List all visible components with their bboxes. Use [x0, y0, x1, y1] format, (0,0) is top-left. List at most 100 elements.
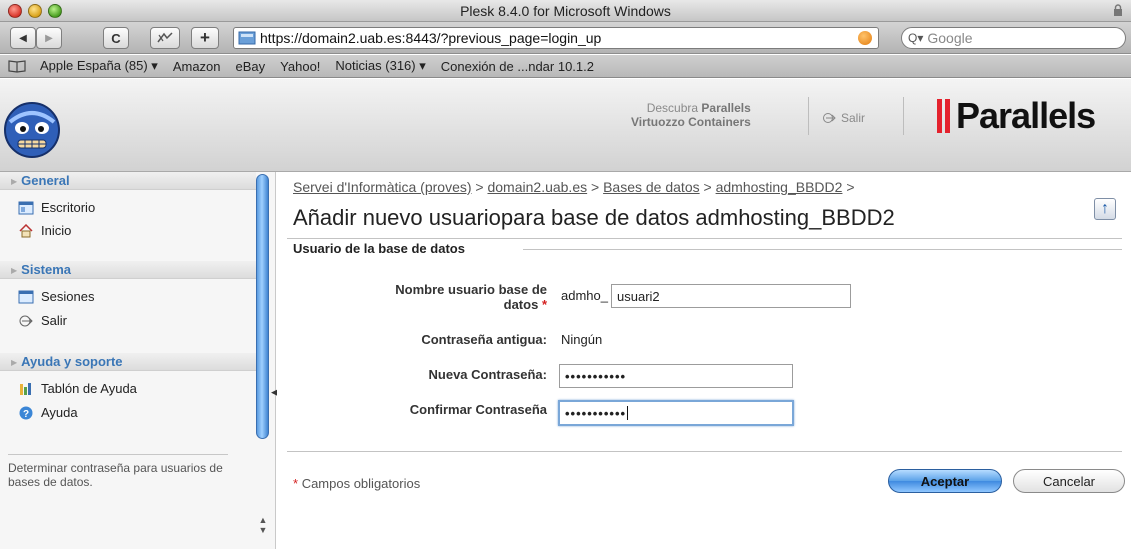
username-input[interactable]: usuari2	[611, 284, 851, 308]
svg-text:?: ?	[23, 409, 29, 420]
address-bar[interactable]: https://domain2.uab.es:8443/?previous_pa…	[233, 27, 879, 49]
back-button[interactable]: ◀	[10, 27, 36, 49]
plus-icon: +	[200, 28, 210, 47]
sidebar-section-sistema[interactable]: Sistema	[0, 261, 256, 279]
required-asterisk: *	[541, 297, 547, 312]
sidebar-item-label: Ayuda	[41, 405, 78, 420]
snapback-button[interactable]	[150, 27, 180, 49]
promo-line1-bold: Parallels	[701, 101, 751, 115]
up-level-button[interactable]: ↑	[1094, 198, 1116, 220]
bookmark-item[interactable]: Conexión de ...ndar 10.1.2	[441, 59, 594, 74]
confirm-password-input[interactable]: •••••••••••	[558, 400, 794, 426]
divider	[287, 238, 1122, 239]
rss-icon[interactable]	[858, 31, 872, 45]
divider	[523, 249, 1122, 250]
search-placeholder: Google	[927, 30, 973, 46]
page-title: Añadir nuevo usuariopara base de datos a…	[293, 205, 895, 230]
accept-button[interactable]: Aceptar	[888, 469, 1002, 493]
snapback-icon	[157, 32, 173, 43]
logout-icon	[823, 113, 836, 123]
help-icon: ?	[19, 406, 33, 420]
plesk-header: Descubra Parallels Virtuozzo Containers …	[0, 79, 1131, 172]
sidebar: General Escritorio Inicio Sistema Sesion…	[0, 172, 278, 549]
breadcrumb-link[interactable]: admhosting_BBDD2	[716, 179, 843, 195]
required-asterisk: *	[293, 476, 299, 491]
reload-button[interactable]: C	[103, 27, 129, 49]
cancel-button[interactable]: Cancelar	[1013, 469, 1125, 493]
breadcrumb-link[interactable]: Servei d'Informàtica (proves)	[293, 179, 472, 195]
required-fields-note: * Campos obligatorios	[293, 476, 420, 491]
confirm-password-label: Confirmar Contraseña	[409, 402, 547, 417]
sidebar-item-sesiones[interactable]: Sesiones	[18, 289, 94, 304]
breadcrumb-link[interactable]: domain2.uab.es	[487, 179, 587, 195]
desktop-icon	[18, 201, 34, 214]
header-divider	[903, 97, 904, 135]
breadcrumb-link[interactable]: Bases de datos	[603, 179, 700, 195]
sidebar-item-ayuda[interactable]: ? Ayuda	[18, 405, 78, 420]
breadcrumb-separator: >	[846, 179, 855, 195]
home-icon	[19, 223, 33, 237]
forward-icon: ▶	[45, 32, 53, 44]
lock-icon	[1114, 4, 1122, 16]
parallels-logo: Parallels	[937, 95, 1096, 137]
old-password-label: Contraseña antigua:	[421, 332, 547, 347]
bookmark-item[interactable]: Amazon	[173, 59, 221, 74]
sidebar-item-salir[interactable]: Salir	[18, 313, 67, 328]
scroll-down-icon[interactable]: ▼	[257, 525, 269, 535]
back-icon: ◀	[19, 32, 27, 44]
breadcrumb-separator: >	[703, 179, 712, 195]
username-label-line2: datos	[503, 297, 539, 312]
search-field[interactable]: Q▾ Google	[901, 27, 1126, 49]
new-password-value: •••••••••••	[565, 368, 627, 384]
scroll-up-icon[interactable]: ▲	[257, 515, 269, 525]
sessions-icon	[18, 290, 34, 303]
sidebar-scrollbar[interactable]	[256, 174, 269, 439]
sidebar-section-general[interactable]: General	[0, 172, 256, 190]
old-password-value: Ningún	[561, 332, 603, 347]
main-content: Servei d'Informàtica (proves) > domain2.…	[277, 172, 1131, 549]
bookmark-item[interactable]: Yahoo!	[280, 59, 320, 74]
divider	[287, 451, 1122, 452]
add-bookmark-button[interactable]: +	[191, 27, 219, 49]
new-password-input[interactable]: •••••••••••	[559, 364, 793, 388]
breadcrumb: Servei d'Informàtica (proves) > domain2.…	[293, 179, 855, 195]
sidebar-scroll-arrows[interactable]: ▲ ▼	[257, 515, 269, 535]
logout-icon	[19, 315, 33, 326]
sidebar-item-label: Escritorio	[41, 200, 96, 215]
bookmark-item[interactable]: Apple España (85) ▾	[40, 58, 158, 74]
address-text: https://domain2.uab.es:8443/?previous_pa…	[260, 30, 602, 46]
helpdesk-icon	[20, 382, 31, 395]
header-logout-link[interactable]: Salir	[822, 111, 865, 125]
header-logout-label: Salir	[841, 111, 866, 125]
sidebar-item-label: Inicio	[41, 223, 72, 238]
header-divider	[808, 97, 809, 135]
promo-line2: Virtuozzo Containers	[631, 115, 751, 129]
plesk-mascot-icon	[4, 102, 60, 158]
window-titlebar: Plesk 8.4.0 for Microsoft Windows	[0, 0, 1131, 22]
virtuozzo-promo-link[interactable]: Descubra Parallels Virtuozzo Containers	[631, 101, 751, 129]
sidebar-item-escritorio[interactable]: Escritorio	[18, 200, 95, 215]
text-caret	[627, 406, 629, 420]
sidebar-item-label: Tablón de Ayuda	[41, 381, 137, 396]
sidebar-section-ayuda[interactable]: Ayuda y soporte	[0, 353, 256, 371]
username-label: Nombre usuario base de datos *	[317, 282, 547, 312]
up-arrow-icon: ↑	[1101, 200, 1109, 217]
window-title: Plesk 8.4.0 for Microsoft Windows	[460, 3, 671, 19]
new-password-label: Nueva Contraseña:	[428, 367, 547, 382]
sidebar-item-label: Salir	[41, 313, 68, 328]
bookmarks-bar: Apple España (85) ▾ Amazon eBay Yahoo! N…	[0, 55, 1131, 78]
sidebar-item-tablon[interactable]: Tablón de Ayuda	[18, 381, 137, 396]
bookmark-item[interactable]: Noticias (316) ▾	[335, 58, 425, 74]
book-icon[interactable]	[8, 59, 26, 73]
sidebar-item-inicio[interactable]: Inicio	[18, 223, 71, 238]
breadcrumb-separator: >	[591, 179, 600, 195]
forward-button[interactable]: ▶	[36, 27, 62, 49]
search-icon: Q▾	[908, 31, 924, 45]
promo-line1: Descubra	[646, 101, 699, 115]
username-prefix: admho_	[561, 288, 608, 303]
breadcrumb-separator: >	[475, 179, 484, 195]
sidebar-hint: Determinar contraseña para usuarios de b…	[8, 454, 228, 489]
required-note-text: Campos obligatorios	[301, 476, 421, 491]
bookmark-item[interactable]: eBay	[236, 59, 266, 74]
parallels-wordmark: Parallels	[956, 95, 1096, 136]
